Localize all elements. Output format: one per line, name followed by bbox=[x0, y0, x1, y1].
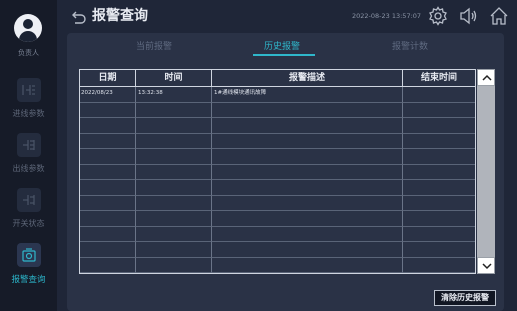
cell-time: 13:32:38 bbox=[138, 90, 163, 96]
table-cell bbox=[403, 258, 475, 273]
header: 报警查询 2022-08-23 13:57:07 bbox=[57, 0, 517, 32]
user-avatar-icon[interactable] bbox=[14, 14, 42, 42]
table-cell bbox=[212, 180, 403, 196]
column-header-end-time[interactable]: 结束时间 bbox=[403, 70, 475, 87]
table-cell bbox=[403, 242, 475, 258]
table-cell bbox=[80, 133, 136, 149]
table-cell bbox=[212, 149, 403, 165]
table-cell bbox=[212, 257, 403, 273]
table-cell bbox=[136, 195, 212, 211]
table-cell bbox=[212, 211, 403, 227]
table-cell bbox=[403, 227, 475, 242]
scroll-up-button[interactable] bbox=[477, 69, 495, 86]
table-cell bbox=[80, 242, 136, 258]
sidebar-item-alarm-query[interactable]: 报警查询 bbox=[0, 243, 57, 305]
table-cell bbox=[80, 195, 136, 211]
table-cell bbox=[80, 257, 136, 273]
user-role-label: 负责人 bbox=[18, 49, 39, 57]
sidebar-item-label: 进线参数 bbox=[12, 109, 45, 118]
datetime-display: 2022-08-23 13:57:07 bbox=[352, 12, 422, 20]
tab-alarm-count[interactable]: 报警计数 bbox=[392, 39, 428, 52]
table-cell bbox=[80, 118, 136, 134]
table-cell bbox=[136, 149, 212, 165]
table-cell bbox=[80, 180, 136, 196]
tab-history-alarms[interactable]: 历史报警 bbox=[264, 39, 300, 52]
sidebar-item-label: 开关状态 bbox=[12, 219, 45, 228]
table-cell bbox=[136, 118, 212, 134]
table-cell bbox=[403, 118, 475, 134]
table-cell bbox=[212, 195, 403, 211]
settings-gear-icon[interactable] bbox=[428, 6, 448, 26]
table-cell bbox=[212, 164, 403, 180]
table-cell bbox=[212, 102, 403, 118]
table-cell bbox=[80, 226, 136, 242]
table-cell bbox=[212, 118, 403, 134]
chevron-up-icon bbox=[482, 74, 492, 81]
cell-date: 2022/08/23 bbox=[81, 90, 113, 96]
table-cell bbox=[136, 102, 212, 118]
table-cell bbox=[403, 211, 475, 227]
column-header-description[interactable]: 报警描述 bbox=[212, 70, 403, 87]
sidebar-item-inlet-params[interactable]: 进线参数 bbox=[0, 78, 57, 140]
sidebar-item-switch-status[interactable]: 开关状态 bbox=[0, 188, 57, 250]
sidebar-item-label: 出线参数 bbox=[12, 164, 45, 173]
table-cell bbox=[136, 211, 212, 227]
cell-description: 1#通线模块通讯故障 bbox=[214, 90, 267, 96]
table-cell bbox=[403, 149, 475, 165]
chevron-down-icon bbox=[482, 263, 492, 270]
table-cell bbox=[80, 211, 136, 227]
sidebar-item-outlet-params[interactable]: 出线参数 bbox=[0, 133, 57, 195]
column-header-date[interactable]: 日期 bbox=[80, 70, 136, 87]
table-cell bbox=[136, 257, 212, 273]
table-cell bbox=[80, 164, 136, 180]
table-cell bbox=[403, 134, 475, 149]
table-cell bbox=[212, 226, 403, 242]
table-cell bbox=[403, 87, 475, 103]
switch-status-icon bbox=[17, 188, 41, 212]
page-title: 报警查询 bbox=[92, 8, 148, 24]
table-cell bbox=[403, 180, 475, 196]
table-scrollbar[interactable] bbox=[477, 69, 495, 274]
table-cell bbox=[212, 242, 403, 258]
sidebar-item-label: 报警查询 bbox=[11, 275, 46, 285]
table-cell bbox=[136, 180, 212, 196]
table-cell bbox=[136, 226, 212, 242]
column-header-time[interactable]: 时间 bbox=[136, 70, 212, 87]
outlet-params-icon bbox=[17, 133, 41, 157]
table-cell bbox=[80, 102, 136, 118]
table-cell bbox=[136, 133, 212, 149]
table-cell bbox=[80, 149, 136, 165]
tab-current-alarms[interactable]: 当前报警 bbox=[136, 39, 172, 52]
table-cell bbox=[212, 133, 403, 149]
table-cell bbox=[403, 103, 475, 118]
inlet-params-icon bbox=[17, 78, 41, 102]
table-cell bbox=[136, 164, 212, 180]
clear-history-button[interactable]: 清除历史报警 bbox=[434, 290, 496, 306]
table-cell bbox=[403, 196, 475, 211]
table-cell bbox=[403, 165, 475, 180]
speaker-volume-icon[interactable] bbox=[458, 6, 478, 26]
sidebar: 负责人 进线参数 出线参数 开关状态 报警查询 bbox=[0, 0, 57, 311]
active-tab-indicator bbox=[253, 54, 315, 56]
scroll-down-button[interactable] bbox=[477, 257, 495, 274]
table-cell bbox=[136, 242, 212, 258]
alarm-query-icon bbox=[17, 243, 41, 267]
back-icon[interactable] bbox=[71, 8, 87, 24]
home-icon[interactable] bbox=[489, 6, 509, 26]
alarm-history-table: 日期 时间 报警描述 结束时间 2022/08/23 13:32:38 1#通线… bbox=[79, 69, 476, 274]
